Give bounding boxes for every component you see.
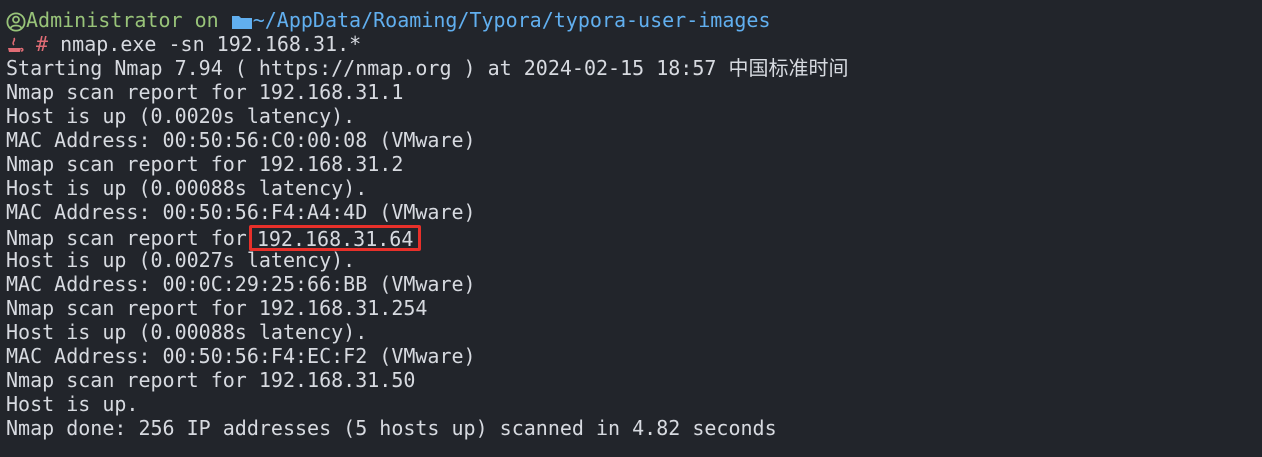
report-ip: 192.168.31.1 (258, 80, 404, 104)
prompt-path: ~/AppData/Roaming/Typora/typora-user-ima… (252, 8, 771, 32)
report-prefix: Nmap scan report for (6, 368, 259, 392)
terminal-window[interactable]: Administrator on ~/AppData/Roaming/Typor… (0, 0, 1262, 457)
prompt-line: Administrator on ~/AppData/Roaming/Typor… (6, 8, 1262, 32)
report-prefix: Nmap scan report for (6, 296, 259, 320)
output-status-line: Host is up (0.00088s latency). (6, 320, 368, 344)
output-done-line: Nmap done: 256 IP addresses (5 hosts up)… (6, 416, 777, 440)
command-text: nmap.exe -sn 192.168.31.* (48, 32, 362, 56)
report-prefix: Nmap scan report for (6, 80, 259, 104)
command-line[interactable]: # nmap.exe -sn 192.168.31.* (6, 32, 1262, 56)
output-mac-line: MAC Address: 00:50:56:C0:00:08 (VMware) (6, 128, 476, 152)
output-status-line: Host is up (0.0027s latency). (6, 248, 356, 272)
java-icon (6, 37, 24, 55)
output-status-line: Host is up (0.00088s latency). (6, 176, 368, 200)
report-prefix: Nmap scan report for (6, 152, 259, 176)
output-report-line: Nmap scan report for 192.168.31.50 (6, 368, 1262, 392)
report-prefix: Nmap scan report for (6, 226, 247, 250)
user-icon (6, 11, 26, 32)
output-report-line: Nmap scan report for 192.168.31.254 (6, 296, 1262, 320)
output-status-line: Host is up. (6, 392, 139, 416)
prompt-symbol: # (36, 32, 49, 56)
report-ip: 192.168.31.254 (258, 296, 428, 320)
output-report-line: Nmap scan report for 192.168.31.1 (6, 80, 1262, 104)
output-mac-line: MAC Address: 00:0C:29:25:66:BB (VMware) (6, 272, 476, 296)
prompt-on: on (182, 8, 231, 32)
highlighted-ip: 192.168.31.64 (248, 225, 422, 251)
output-report-line: Nmap scan report for 192.168.31.2 (6, 152, 1262, 176)
output-report-line: Nmap scan report for 192.168.31.64 (6, 224, 1262, 251)
report-ip: 192.168.31.50 (258, 368, 416, 392)
output-start: Starting Nmap 7.94 ( https://nmap.org ) … (6, 56, 849, 80)
prompt-user: Administrator (26, 8, 183, 32)
output-mac-line: MAC Address: 00:50:56:F4:A4:4D (VMware) (6, 200, 476, 224)
output-mac-line: MAC Address: 00:50:56:F4:EC:F2 (VMware) (6, 344, 476, 368)
report-ip: 192.168.31.2 (258, 152, 404, 176)
folder-icon (231, 13, 253, 31)
output-status-line: Host is up (0.0020s latency). (6, 104, 356, 128)
